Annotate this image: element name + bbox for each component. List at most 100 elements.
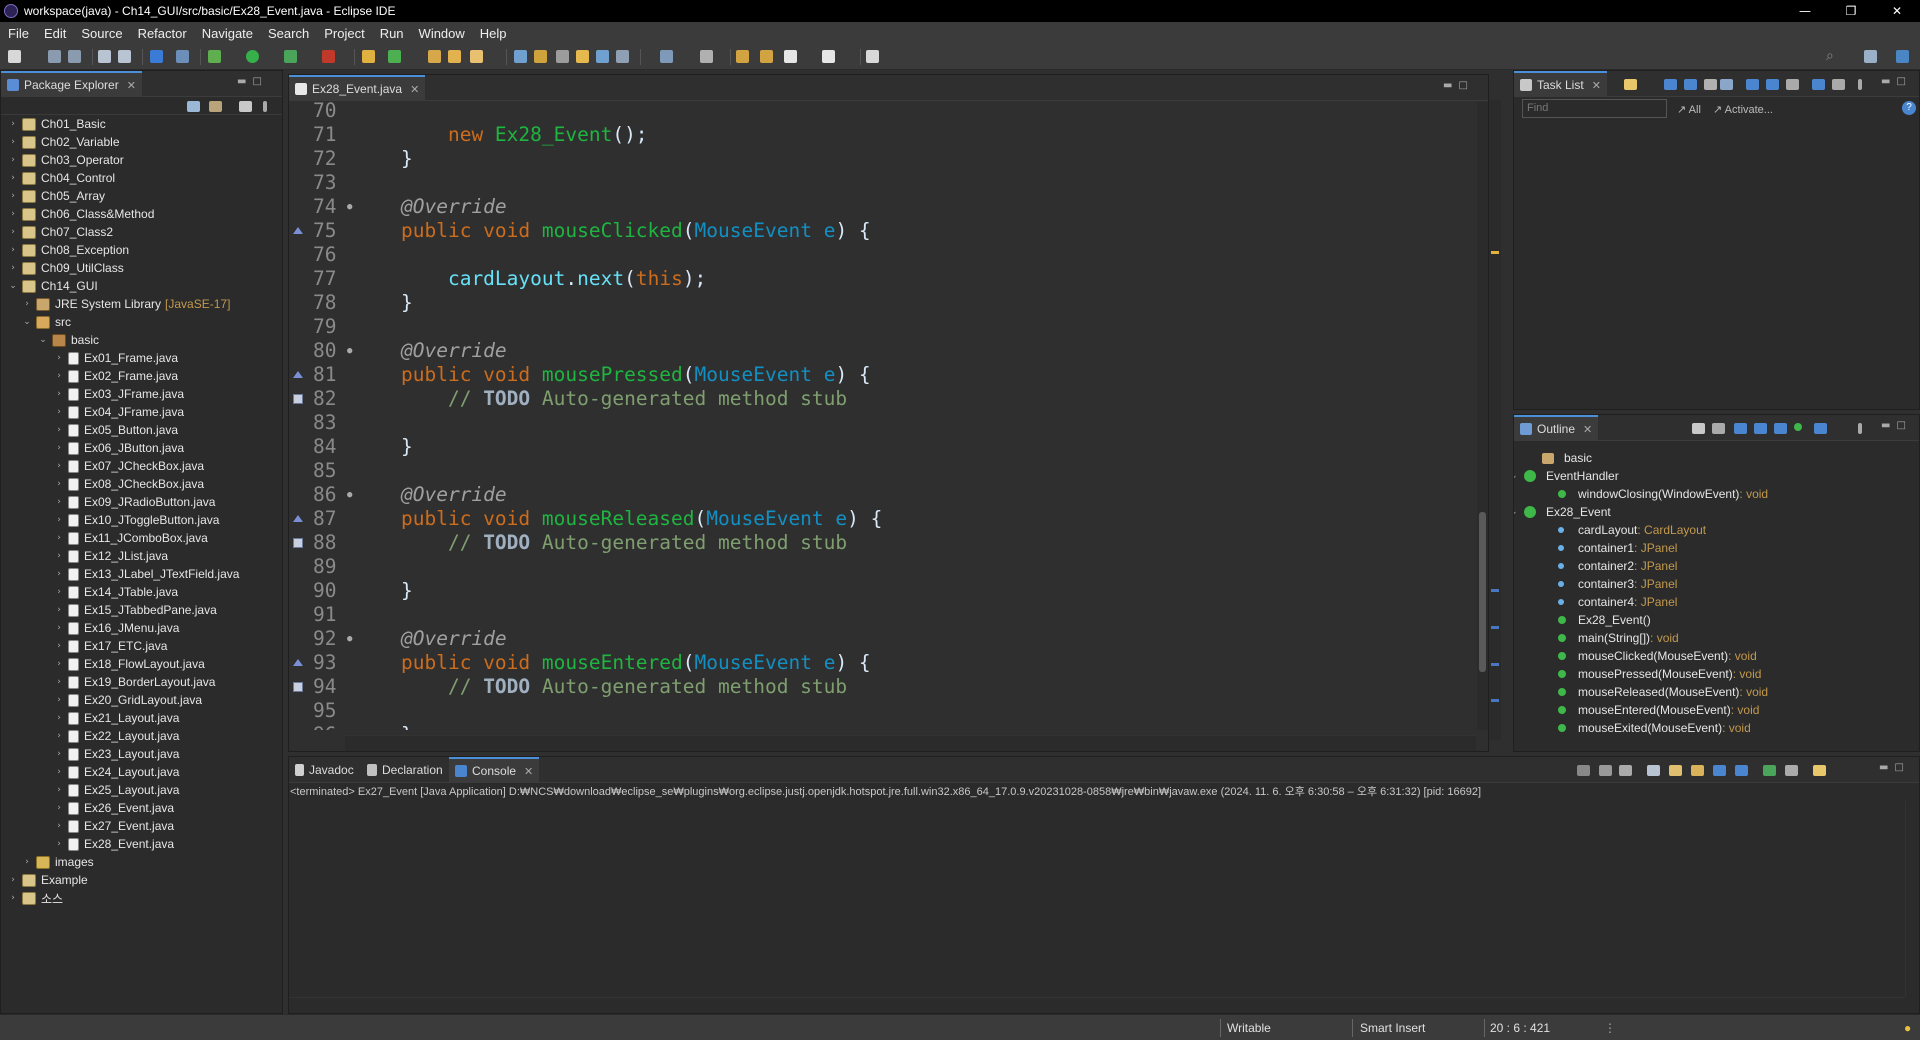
minimize-maximize-icon[interactable]: ▬□ xyxy=(1443,80,1474,91)
view-menu-icon[interactable] xyxy=(1858,423,1862,434)
java-file-item[interactable]: › Ex08_JCheckBox.java xyxy=(53,475,204,493)
quick-access-search-icon[interactable]: ⌕ xyxy=(1826,48,1834,64)
collapse-chevron-icon[interactable]: › xyxy=(53,389,65,399)
expand-chevron-icon[interactable]: ⌄ xyxy=(1514,471,1524,481)
task-find-input[interactable]: Find xyxy=(1522,99,1667,118)
collapse-chevron-icon[interactable]: › xyxy=(7,227,19,237)
collapse-chevron-icon[interactable]: › xyxy=(53,821,65,831)
code-line[interactable]: 94 // TODO Auto-generated method stub xyxy=(289,675,1469,699)
collapse-chevron-icon[interactable]: › xyxy=(53,479,65,489)
java-file-item[interactable]: › Ex03_JFrame.java xyxy=(53,385,184,403)
new-icon[interactable] xyxy=(8,50,21,63)
redo-icon[interactable] xyxy=(118,50,131,63)
implements-marker-icon[interactable] xyxy=(293,515,303,522)
menu-project[interactable]: Project xyxy=(320,26,375,41)
new-package-icon[interactable] xyxy=(388,50,401,63)
outline-item[interactable]: windowClosing(WindowEvent) : void xyxy=(1558,485,1768,503)
expand-chevron-icon[interactable]: ⌄ xyxy=(7,281,19,291)
java-file-item[interactable]: › Ex04_JFrame.java xyxy=(53,403,184,421)
project-item[interactable]: › Ch01_Basic xyxy=(7,115,106,133)
tab-outline[interactable]: Outline ✕ xyxy=(1514,415,1599,441)
project-item[interactable]: › Ch04_Control xyxy=(7,169,115,187)
close-icon[interactable]: ✕ xyxy=(1592,79,1601,92)
java-file-item[interactable]: › Ex28_Event.java xyxy=(53,835,174,853)
fold-marker-icon[interactable]: ● xyxy=(347,627,352,651)
tab-javadoc[interactable]: Javadoc xyxy=(289,757,360,783)
code-line[interactable]: 73 xyxy=(289,171,1469,195)
help-icon[interactable]: ? xyxy=(1902,101,1916,115)
code-line[interactable]: 80 ● @Override xyxy=(289,339,1469,363)
collapse-chevron-icon[interactable]: › xyxy=(53,785,65,795)
code-line[interactable]: 78} xyxy=(289,291,1469,315)
code-line[interactable]: 79 xyxy=(289,315,1469,339)
debug-icon[interactable] xyxy=(208,50,221,63)
java-file-item[interactable]: › Ex24_Layout.java xyxy=(53,763,179,781)
hide-completed-icon[interactable] xyxy=(1746,79,1759,90)
next-annotation-icon[interactable] xyxy=(514,50,527,63)
view-menu-icon[interactable] xyxy=(263,101,267,112)
code-line[interactable]: 77 cardLayout.next(this); xyxy=(289,267,1469,291)
code-line[interactable]: 76 xyxy=(289,243,1469,267)
code-line[interactable]: 95 xyxy=(289,699,1469,723)
menu-navigate[interactable]: Navigate xyxy=(198,26,264,41)
menu-search[interactable]: Search xyxy=(264,26,320,41)
synchronize-icon[interactable] xyxy=(1812,79,1825,90)
java-file-item[interactable]: › Ex16_JMenu.java xyxy=(53,619,179,637)
java-file-item[interactable]: › Ex02_Frame.java xyxy=(53,367,178,385)
new-java-project-icon[interactable] xyxy=(362,50,375,63)
outline-item[interactable]: container1 : JPanel xyxy=(1558,539,1677,557)
jre-library-item[interactable]: › JRE System Library [JavaSE-17] xyxy=(21,295,230,313)
code-line[interactable]: 84} xyxy=(289,435,1469,459)
word-wrap-icon[interactable] xyxy=(576,50,589,63)
collapse-all-icon[interactable] xyxy=(1786,79,1799,90)
close-icon[interactable]: ✕ xyxy=(1583,423,1592,436)
java-file-item[interactable]: › Ex01_Frame.java xyxy=(53,349,178,367)
overview-ruler[interactable] xyxy=(1489,100,1501,740)
minimize-maximize-icon[interactable]: ▬□ xyxy=(1881,76,1912,87)
java-file-item[interactable]: › Ex14_JTable.java xyxy=(53,583,178,601)
terminal-icon[interactable] xyxy=(150,50,163,63)
next-edit-icon[interactable] xyxy=(660,50,673,63)
collapse-chevron-icon[interactable]: › xyxy=(53,587,65,597)
hide-static-icon[interactable] xyxy=(1754,423,1767,434)
view-menu-icon[interactable] xyxy=(1858,79,1862,90)
collapse-chevron-icon[interactable]: › xyxy=(53,461,65,471)
code-line[interactable]: 74 ● @Override xyxy=(289,195,1469,219)
outline-item[interactable]: container2 : JPanel xyxy=(1558,557,1677,575)
collapse-chevron-icon[interactable]: › xyxy=(53,371,65,381)
collapse-chevron-icon[interactable]: › xyxy=(53,425,65,435)
project-item[interactable]: ⌄ Ch14_GUI xyxy=(7,277,97,295)
all-link[interactable]: ↗ All xyxy=(1677,103,1701,116)
code-line[interactable]: 85 xyxy=(289,459,1469,483)
collapse-chevron-icon[interactable]: › xyxy=(21,299,33,309)
categorized-icon[interactable] xyxy=(1664,79,1677,90)
collapse-chevron-icon[interactable]: › xyxy=(53,407,65,417)
code-area[interactable]: 70 71 new Ex28_Event(); 72} 73 74 ● @Override 7… xyxy=(289,102,1479,730)
menu-help[interactable]: Help xyxy=(476,26,518,41)
java-file-item[interactable]: › Ex05_Button.java xyxy=(53,421,178,439)
fold-marker-icon[interactable]: ● xyxy=(347,483,352,507)
java-file-item[interactable]: › Ex17_ETC.java xyxy=(53,637,167,655)
clear-console-icon[interactable] xyxy=(1647,765,1660,776)
collapse-chevron-icon[interactable]: › xyxy=(53,533,65,543)
open-task-icon[interactable] xyxy=(448,50,461,63)
task-marker[interactable] xyxy=(1491,589,1499,592)
close-icon[interactable]: ✕ xyxy=(524,765,533,778)
project-item[interactable]: › Ch08_Exception xyxy=(7,241,129,259)
menu-edit[interactable]: Edit xyxy=(40,26,77,41)
remove-all-icon[interactable] xyxy=(1619,765,1632,776)
outline-item[interactable]: ⌄ EventHandler xyxy=(1514,467,1619,485)
expand-all-icon[interactable] xyxy=(1766,79,1779,90)
task-marker-icon[interactable] xyxy=(293,394,303,404)
source-folder-item[interactable]: ⌄ src xyxy=(21,313,71,331)
outline-item[interactable]: main(String[]) : void xyxy=(1558,629,1679,647)
undo-icon[interactable] xyxy=(98,50,111,63)
outline-item[interactable]: mouseReleased(MouseEvent) : void xyxy=(1558,683,1768,701)
expand-chevron-icon[interactable]: ⌄ xyxy=(37,335,49,345)
collapse-chevron-icon[interactable]: › xyxy=(53,839,65,849)
java-file-item[interactable]: › Ex06_JButton.java xyxy=(53,439,184,457)
code-line[interactable]: 92 ● @Override xyxy=(289,627,1469,651)
collapse-chevron-icon[interactable]: › xyxy=(53,515,65,525)
project-item[interactable]: › Ch06_Class&Method xyxy=(7,205,154,223)
scheduled-icon[interactable] xyxy=(1684,79,1697,90)
